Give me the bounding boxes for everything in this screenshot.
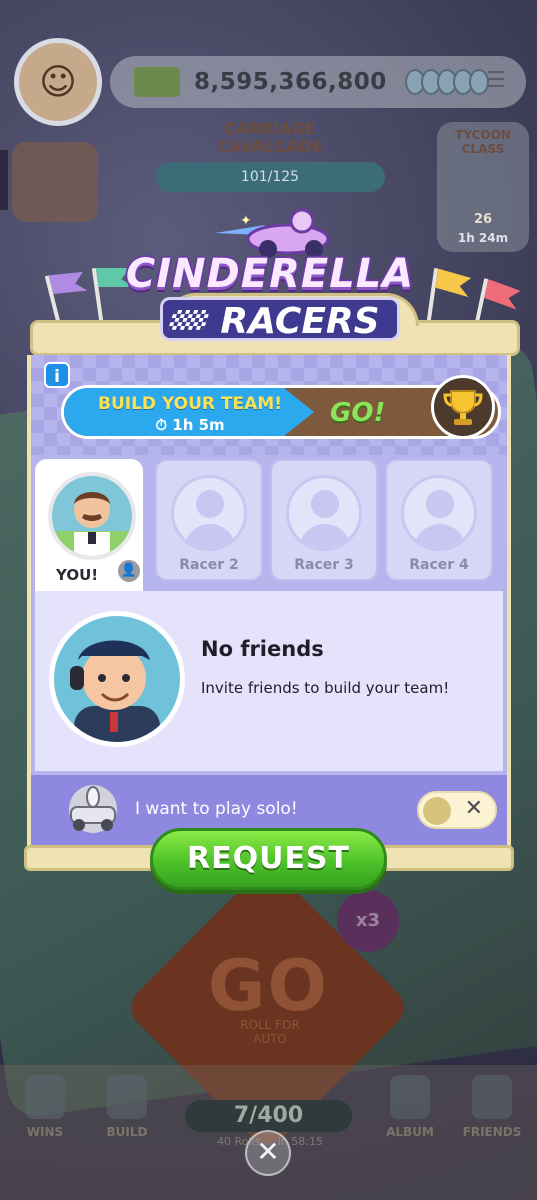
modal-panel: i BUILD YOUR TEAM! ⏱ 1h 5m GO! YOU! 👤 Ra…: [27, 355, 511, 850]
empty-avatar-icon: [171, 475, 247, 551]
close-icon: ✕: [464, 796, 483, 821]
racer-3-label: Racer 3: [294, 557, 354, 573]
event-logo: ✦ CINDERELLA RACERS: [120, 205, 420, 342]
player-avatar: [48, 472, 136, 560]
logo-title-line1: CINDERELLA: [125, 251, 415, 297]
team-timer-value: 1h 5m: [172, 416, 225, 434]
trophy-icon: [431, 375, 495, 439]
logo-title-line2: RACERS: [220, 301, 380, 342]
info-icon[interactable]: i: [44, 362, 70, 388]
empty-avatar-icon: [286, 475, 362, 551]
trophy-svg: [443, 390, 483, 425]
racer-2-label: Racer 2: [179, 557, 239, 573]
racer-slot-2[interactable]: Racer 2: [155, 459, 263, 581]
racer-slot-3[interactable]: Racer 3: [270, 459, 378, 581]
build-team-title: BUILD YOUR TEAM!: [98, 394, 282, 414]
swap-avatar-icon[interactable]: 👤: [116, 558, 142, 584]
no-friends-text: Invite friends to build your team!: [201, 679, 450, 697]
friends-area: No friends Invite friends to build your …: [35, 591, 503, 771]
racer-4-label: Racer 4: [409, 557, 469, 573]
no-friends-title: No friends: [201, 637, 324, 661]
flag-icon: [91, 268, 105, 328]
mascot-svg: [70, 640, 160, 742]
empty-avatar-icon: [401, 475, 477, 551]
racer-you-label: YOU!: [56, 566, 99, 584]
close-button[interactable]: ✕: [245, 1130, 291, 1176]
play-solo-toggle[interactable]: ✕: [417, 791, 497, 829]
mascot-image: [49, 611, 185, 747]
checkered-flag-icon: [167, 310, 211, 330]
build-team-timer: ⏱ 1h 5m: [155, 416, 225, 434]
racer-slot-4[interactable]: Racer 4: [385, 459, 493, 581]
cinderella-racers-modal: ✦ CINDERELLA RACERS i BUILD YOUR TEAM! ⏱…: [0, 0, 537, 1200]
request-button[interactable]: REQUEST: [150, 828, 387, 890]
svg-text:✦: ✦: [240, 213, 252, 229]
player-portrait-svg: [52, 492, 132, 556]
flag-icon: [425, 268, 439, 328]
logo-title-line2-box: RACERS: [160, 297, 400, 342]
toggle-knob: [423, 797, 451, 825]
go-text: GO!: [330, 398, 386, 428]
racer-slot-you[interactable]: YOU! 👤: [35, 459, 143, 591]
play-solo-label: I want to play solo!: [135, 799, 298, 819]
racer-slots: YOU! 👤 Racer 2 Racer 3 Racer 4: [31, 455, 507, 591]
solo-car-icon: [69, 785, 117, 833]
